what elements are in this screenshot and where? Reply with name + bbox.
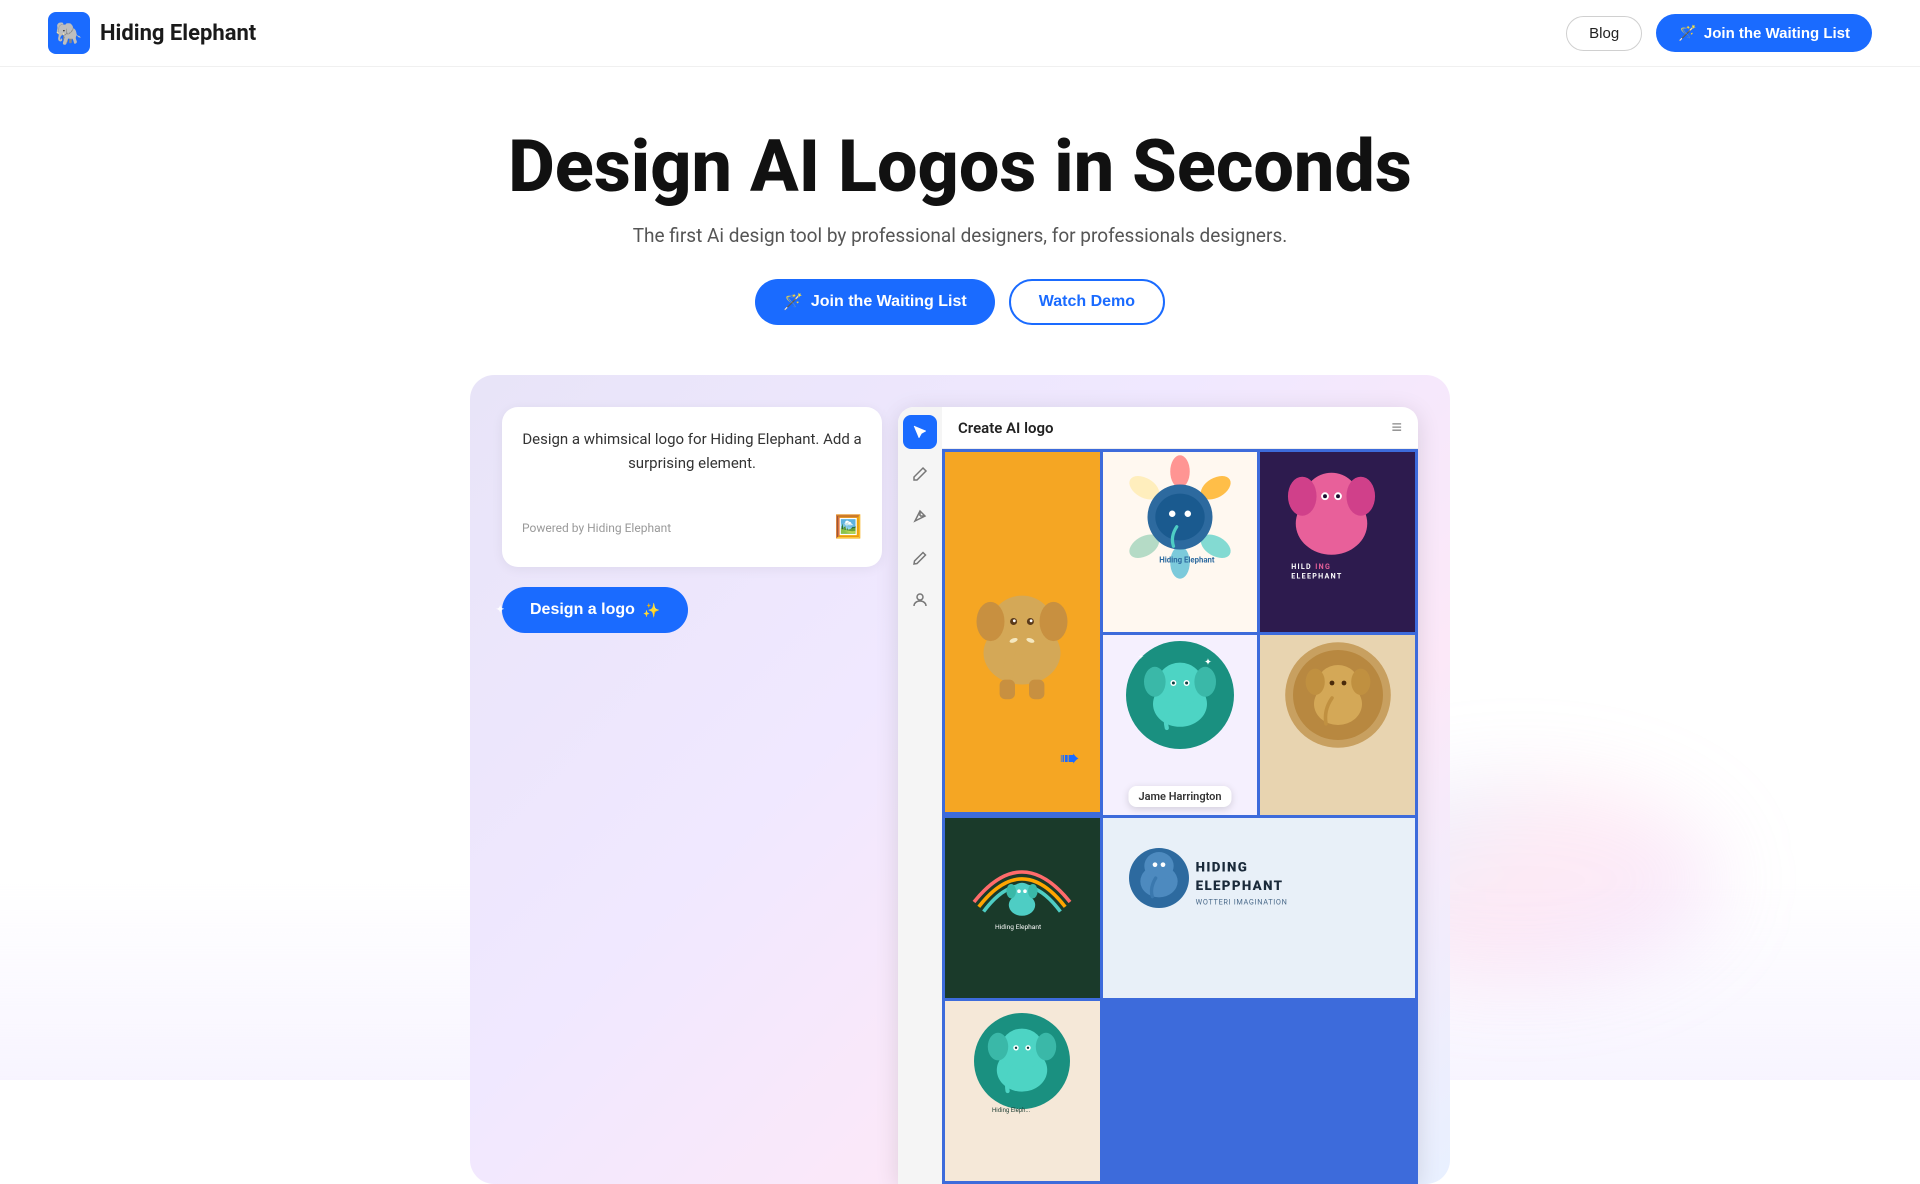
pencil-tool[interactable] — [903, 541, 937, 575]
svg-text:ELEEPHANT: ELEEPHANT — [1291, 572, 1342, 581]
menu-icon[interactable]: ≡ — [1391, 417, 1402, 438]
logo-cell-5[interactable] — [1260, 635, 1415, 815]
demo-button[interactable]: Watch Demo — [1009, 279, 1165, 325]
svg-text:HIDING: HIDING — [1195, 861, 1248, 876]
brown-circle-logo — [1278, 635, 1398, 755]
logo-cell-3[interactable]: HILD ING ELEEPHANT — [1260, 452, 1415, 632]
wand-icon-hero: 🪄 — [783, 292, 803, 312]
chat-panel: Design a whimsical logo for Hiding Eleph… — [502, 407, 882, 665]
rainbow-elephant-logo: Hiding Elephant — [962, 818, 1082, 938]
elephant-simple-logo — [952, 562, 1092, 702]
tooltip: Jame Harrington — [1128, 786, 1231, 807]
colorful-elephant-logo: Hiding Elephant — [1115, 452, 1245, 582]
chat-footer: Powered by Hiding Elephant 🖼️ — [522, 503, 862, 540]
svg-text:✦: ✦ — [1204, 657, 1212, 668]
hero-title: Design AI Logos in Seconds — [508, 127, 1412, 206]
nav-actions: Blog 🪄 Join the Waiting List — [1566, 14, 1872, 52]
hero-buttons: 🪄 Join the Waiting List Watch Demo — [755, 279, 1165, 325]
image-attach-icon[interactable]: 🖼️ — [835, 515, 862, 540]
svg-text:HILD: HILD — [1291, 562, 1312, 571]
logo-cell-7[interactable]: HIDING ELEPPHANT WOTTERI IMAGINATION — [1103, 818, 1415, 998]
cream-elephant-logo: Hiding Eleph... — [962, 1001, 1082, 1121]
canvas-area: Create AI logo ≡ — [942, 407, 1418, 1184]
design-logo-button[interactable]: Design a logo ✨ — [502, 587, 688, 633]
hero-waiting-button[interactable]: 🪄 Join the Waiting List — [755, 279, 995, 325]
navbar: 🐘 Hiding Elephant Blog 🪄 Join the Waitin… — [0, 0, 1920, 67]
canvas-header: Create AI logo ≡ — [942, 407, 1418, 449]
svg-text:ELEPPHANT: ELEPPHANT — [1195, 879, 1283, 894]
svg-text:WOTTERI IMAGINATION: WOTTERI IMAGINATION — [1195, 898, 1287, 907]
logo-cell-6[interactable]: Hiding Elephant — [945, 818, 1100, 998]
logo-cell-2[interactable]: Hiding Elephant — [1103, 452, 1258, 632]
hero-section: Design AI Logos in Seconds The first Ai … — [0, 67, 1920, 1184]
svg-text:ING: ING — [1315, 562, 1331, 571]
nav-waiting-button[interactable]: 🪄 Join the Waiting List — [1656, 14, 1872, 52]
toolbar — [898, 407, 942, 1184]
logo-cell-1[interactable]: ➠ — [945, 452, 1100, 812]
chat-text: Design a whimsical logo for Hiding Eleph… — [522, 427, 862, 475]
circle-elephant-logo: ✦ ✦ — [1120, 635, 1240, 755]
logo-cell-8[interactable]: Hiding Eleph... — [945, 1001, 1100, 1181]
canvas-title: Create AI logo — [958, 419, 1054, 437]
hero-subtitle: The first Ai design tool by professional… — [633, 224, 1288, 247]
user-tool[interactable] — [903, 583, 937, 617]
svg-text:Hiding Elephant: Hiding Elephant — [995, 923, 1041, 931]
svg-text:✦: ✦ — [1138, 652, 1144, 661]
svg-text:🐘: 🐘 — [55, 21, 82, 47]
text-elephant-logo: HIDING ELEPPHANT WOTTERI IMAGINATION — [1119, 818, 1399, 938]
logo-icon: 🐘 — [48, 12, 90, 54]
cursor-tool[interactable] — [903, 415, 937, 449]
sparkle-icon: ✨ — [643, 602, 660, 619]
logo-cell-4[interactable]: ✦ ✦ Jame Harrington — [1103, 635, 1258, 815]
logo-grid: ➠ — [942, 449, 1418, 1184]
logo-container: 🐘 Hiding Elephant — [48, 12, 256, 54]
app-panel: Create AI logo ≡ — [898, 407, 1418, 1184]
wand-icon: 🪄 — [1678, 24, 1697, 42]
chat-box: Design a whimsical logo for Hiding Eleph… — [502, 407, 882, 567]
demo-container: Design a whimsical logo for Hiding Eleph… — [470, 375, 1450, 1184]
svg-text:Hiding Eleph...: Hiding Eleph... — [992, 1107, 1031, 1114]
svg-text:Hiding Elephant: Hiding Elephant — [1159, 556, 1215, 565]
blog-button[interactable]: Blog — [1566, 16, 1642, 51]
dark-elephant-logo: HILD ING ELEEPHANT — [1273, 452, 1403, 582]
powered-by-text: Powered by Hiding Elephant — [522, 521, 671, 535]
pen-tool[interactable] — [903, 499, 937, 533]
edit-tool[interactable] — [903, 457, 937, 491]
brand-name: Hiding Elephant — [100, 21, 256, 46]
